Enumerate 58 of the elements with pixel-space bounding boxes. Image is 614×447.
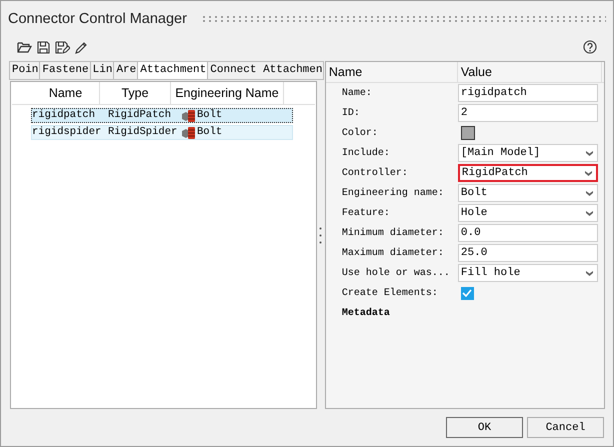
caret-icon [584,170,592,176]
field-label: Include: [340,148,391,158]
input-field[interactable]: 25.0 [458,244,598,262]
field-label: ID: [340,108,361,118]
tab[interactable]: Connect Attachmen [207,61,324,80]
ok-button[interactable]: OK [446,417,523,438]
column-header[interactable]: Type [100,82,171,104]
column-header[interactable]: Name [326,62,458,82]
section-heading: Metadata [340,308,391,318]
bolt-icon [182,126,196,138]
cancel-button[interactable]: Cancel [527,417,604,438]
field-label: Name: [340,88,373,98]
field-label: Engineering name: [340,188,445,198]
pencil-icon[interactable] [75,40,88,54]
table-row[interactable]: rigidpatch RigidPatch Bolt [31,108,293,123]
column-header[interactable]: Engineering Name [171,82,284,104]
caret-icon [586,190,593,196]
save-icon[interactable] [37,40,50,54]
table-cell: Bolt [197,109,222,122]
field-label: Color: [340,128,379,138]
caret-icon [586,150,593,156]
field-label: Use hole or was... [340,268,451,278]
field-label: Feature: [340,208,391,218]
help-icon[interactable] [583,40,597,54]
table-cell-text: RigidSpider [108,126,178,139]
table-cell-text: RigidPatch [108,109,172,122]
table-cell-text: rigidpatch [32,109,96,122]
table-row[interactable]: rigidspider RigidSpider Bolt [31,125,293,140]
splitter-handle[interactable] [319,226,322,244]
color-swatch[interactable] [460,126,475,140]
table-cell: Bolt [197,126,222,139]
tab[interactable]: Are [113,61,138,80]
input-field[interactable]: 0.0 [458,224,598,242]
save-as-icon[interactable] [55,40,70,54]
field-label: Maximum diameter: [340,248,445,258]
input-field[interactable]: 2 [458,104,598,122]
field-label: Controller: [340,168,409,178]
caret-icon [586,210,593,216]
dropdown[interactable]: Fill hole [458,264,598,282]
tab[interactable]: Fastene [39,61,90,80]
dropdown[interactable]: Hole [458,204,598,222]
dropdown[interactable]: Bolt [458,184,598,202]
table-cell-text: rigidspider [32,126,102,139]
tab[interactable]: Lin [90,61,114,80]
input-field[interactable]: rigidpatch [458,84,598,102]
column-header[interactable]: Value [458,62,602,82]
window-title: Connector Control Manager [8,11,187,27]
bolt-icon [182,110,196,122]
tab[interactable]: Poin [9,61,40,80]
caret-icon [586,270,593,276]
field-label: Create Elements: [340,288,439,298]
folder-icon[interactable] [17,40,32,54]
dropdown[interactable]: [Main Model] [458,144,598,162]
dropdown[interactable]: RigidPatch [458,164,598,182]
checkbox[interactable] [460,286,474,300]
column-header[interactable]: Name [12,82,100,104]
tab[interactable]: Attachment [137,61,208,80]
field-label: Minimum diameter: [340,228,445,238]
